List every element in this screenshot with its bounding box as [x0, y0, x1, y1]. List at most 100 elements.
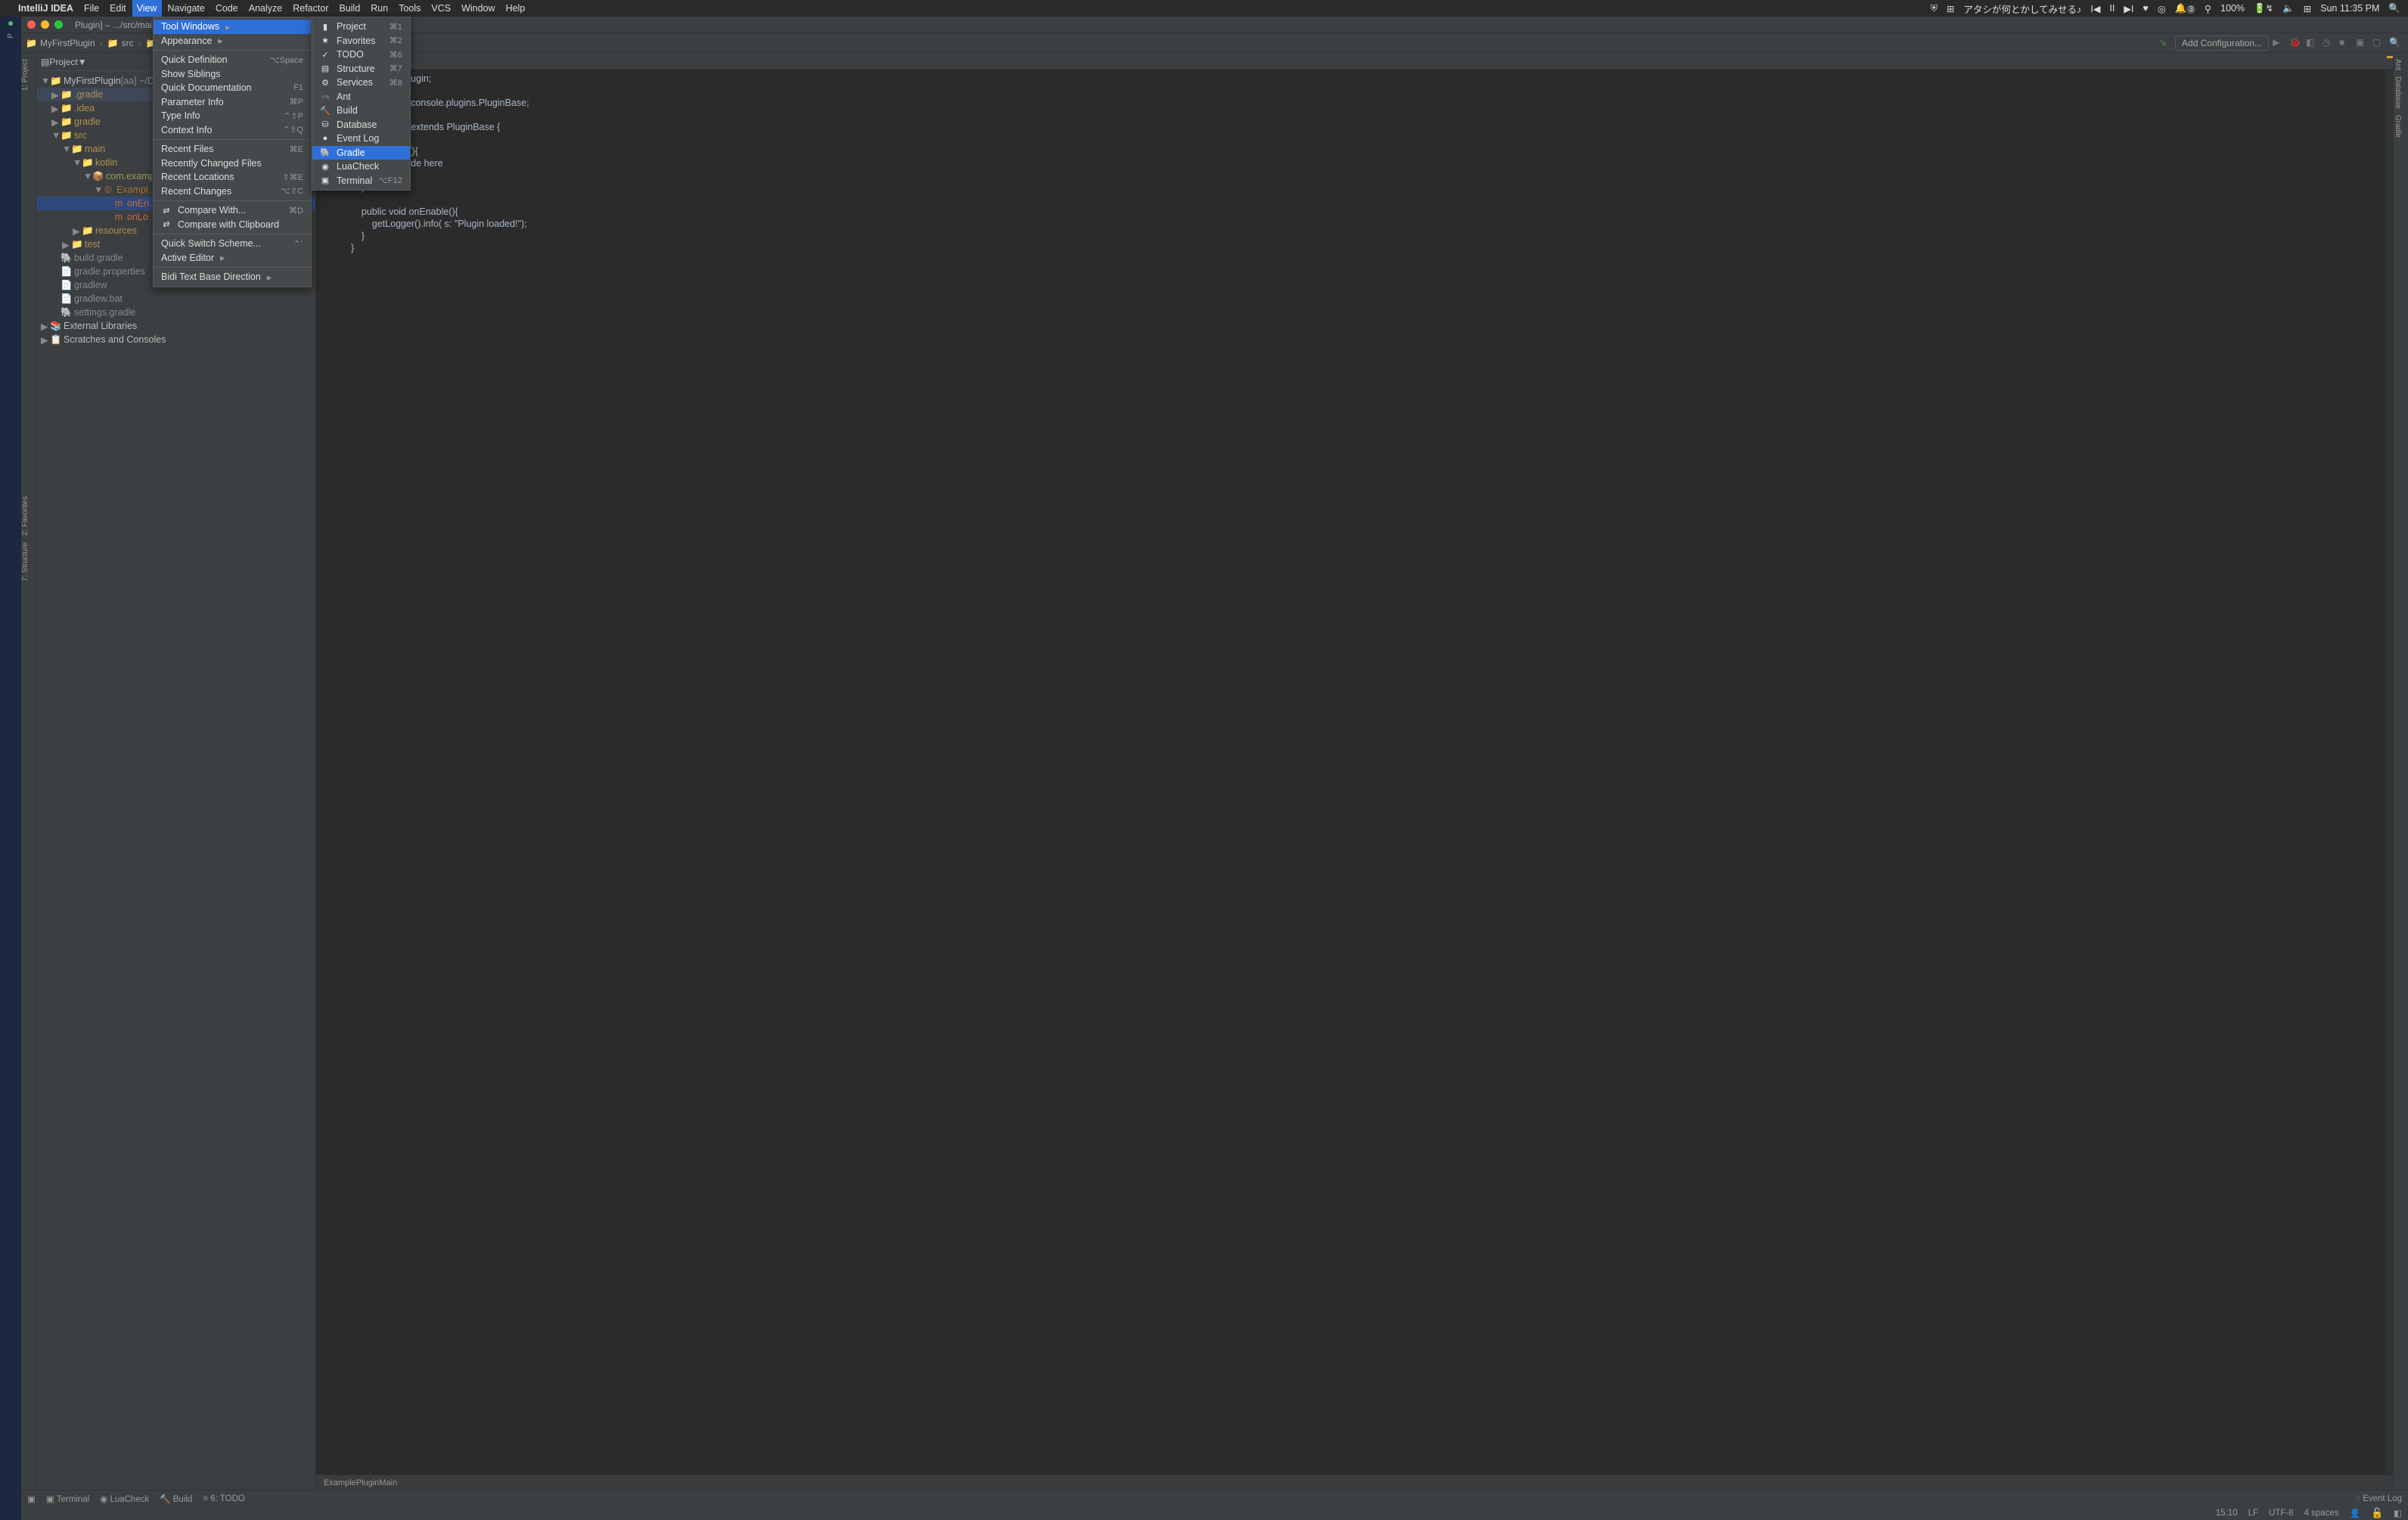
view-menu-popup[interactable]: Tool WindowsAppearance Quick Definition⌥S… [153, 17, 312, 287]
menu-analyze[interactable]: Analyze [249, 3, 282, 14]
toolwindow-item[interactable]: ⛁Database [312, 118, 410, 132]
tree-node[interactable]: ▶📋Scratches and Consoles [36, 333, 315, 346]
menu-window[interactable]: Window [461, 3, 495, 14]
menu-item[interactable]: Quick Switch Scheme...⌃` [154, 237, 311, 251]
readonly-icon[interactable]: 👤 [2350, 1508, 2360, 1518]
menu-item[interactable]: Active Editor [154, 251, 311, 265]
coverage-icon[interactable]: ◧ [2306, 37, 2318, 49]
menu-view[interactable]: View [132, 0, 162, 17]
window-icon[interactable]: ▣ [27, 1494, 36, 1504]
toolwindow-item[interactable]: ⚙Services⌘8 [312, 76, 410, 90]
menu-tools[interactable]: Tools [399, 3, 420, 14]
menu-refactor[interactable]: Refactor [293, 3, 328, 14]
tree-node[interactable]: 🐘settings.gradle [36, 306, 315, 319]
menu-item[interactable]: Tool Windows [154, 20, 311, 34]
volume-icon[interactable]: 🔈 [2282, 3, 2295, 14]
grid-icon[interactable]: ⊞ [1947, 3, 1954, 14]
toolwindow-item[interactable]: ✓TODO⌘6 [312, 48, 410, 62]
stripe-structure[interactable]: 7: Structure [21, 542, 29, 582]
caret-pos[interactable]: 15:10 [2216, 1509, 2238, 1518]
run-icon[interactable]: ▶ [2273, 37, 2285, 49]
toolwindow-item[interactable]: 🔨Build [312, 104, 410, 118]
editor-tabs[interactable]: ©…Main [316, 53, 2393, 70]
menu-item[interactable]: Recently Changed Files [154, 157, 311, 171]
wifi-icon[interactable]: ⚲ [2205, 3, 2211, 14]
lock-icon[interactable]: 🔓 [2371, 1507, 2383, 1519]
menu-code[interactable]: Code [216, 3, 238, 14]
indent[interactable]: 4 spaces [2304, 1509, 2339, 1518]
layout2-icon[interactable]: ▢ [2372, 37, 2385, 49]
search-icon[interactable]: 🔍 [2389, 37, 2401, 49]
heart-icon[interactable]: ♥ [2143, 3, 2148, 14]
menu-navigate[interactable]: Navigate [168, 3, 205, 14]
menu-vcs[interactable]: VCS [431, 3, 451, 14]
toolwindow-item[interactable]: 🐘Gradle [312, 146, 410, 160]
warning-marker-icon[interactable] [2387, 56, 2393, 58]
stop-icon[interactable]: ■ [2339, 37, 2351, 49]
app-name[interactable]: IntelliJ IDEA [18, 3, 73, 14]
stripe-favorites[interactable]: 2: Favorites [21, 496, 29, 535]
hector-icon[interactable]: ◧ [2394, 1508, 2402, 1518]
menu-item[interactable]: Recent Changes⌥⇧C [154, 185, 311, 199]
toolwindow-item[interactable]: ★Favorites⌘2 [312, 34, 410, 48]
spotlight-icon[interactable]: 🔍 [2388, 3, 2400, 14]
menu-item[interactable]: Recent Locations⇧⌘E [154, 170, 311, 185]
toolwindow-item[interactable]: ▤Structure⌘7 [312, 62, 410, 76]
menu-item[interactable]: ⇄Compare With...⌘D [154, 203, 311, 218]
menu-help[interactable]: Help [506, 3, 526, 14]
tree-node[interactable]: ▶📚External Libraries [36, 319, 315, 333]
terminal-tab[interactable]: ▣ Terminal [46, 1494, 89, 1504]
menu-build[interactable]: Build [339, 3, 360, 14]
menu-item[interactable]: Appearance [154, 34, 311, 48]
stripe-project[interactable]: 1: Project [21, 59, 29, 91]
close-icon[interactable] [27, 20, 36, 29]
code-editor[interactable]: plugin; ai.console.plugins.PluginBase; a… [346, 70, 2385, 1475]
eventlog-link[interactable]: ◌ Event Log [2355, 1494, 2402, 1503]
profile-icon[interactable]: ◷ [2323, 37, 2335, 49]
menu-item[interactable]: Show Siblings [154, 67, 311, 82]
toolwindow-item[interactable]: ◉LuaCheck [312, 160, 410, 174]
toolwindow-item[interactable]: 🐜Ant [312, 90, 410, 104]
editor-scrollbar[interactable] [2385, 70, 2393, 1475]
bell-icon[interactable]: 🔔3 [2175, 3, 2195, 14]
encoding[interactable]: UTF-8 [2269, 1509, 2294, 1518]
menu-run[interactable]: Run [371, 3, 388, 14]
menu-file[interactable]: File [84, 3, 99, 14]
menu-item[interactable]: Quick DocumentationF1 [154, 81, 311, 95]
next-icon[interactable]: ▶I [2124, 3, 2133, 14]
menu-item[interactable]: Context Info⌃⇧Q [154, 123, 311, 138]
line-sep[interactable]: LF [2248, 1509, 2258, 1518]
todo-tab[interactable]: ≡ 6: TODO [203, 1494, 245, 1503]
menu-item[interactable]: Parameter Info⌘P [154, 95, 311, 110]
hammer-icon[interactable]: ↘ [2159, 37, 2171, 49]
layout-icon[interactable]: ▣ [2356, 37, 2368, 49]
tool-windows-submenu[interactable]: ▮Project⌘1★Favorites⌘2✓TODO⌘6▤Structure⌘… [312, 17, 411, 191]
circle-icon[interactable]: ◎ [2158, 3, 2166, 14]
menu-item[interactable]: Recent Files⌘E [154, 142, 311, 157]
pause-icon[interactable]: II [2109, 3, 2115, 14]
menu-item[interactable]: ⇄Compare with Clipboard [154, 218, 311, 232]
stripe-database[interactable]: Database [2394, 76, 2402, 109]
prev-icon[interactable]: I◀ [2090, 3, 2100, 14]
tree-node[interactable]: 📄gradlew.bat [36, 292, 315, 306]
zoom-icon[interactable] [54, 20, 63, 29]
editor-gutter[interactable] [316, 70, 346, 1475]
shield-icon[interactable]: ⛨ [1930, 3, 1937, 14]
debug-icon[interactable]: 🐞 [2289, 37, 2301, 49]
build-tab[interactable]: 🔨 Build [160, 1494, 192, 1504]
toolwindow-item[interactable]: ▣Terminal⌥F12 [312, 174, 410, 188]
battery-icon[interactable]: 🔋↯ [2254, 2, 2273, 14]
ime-icon[interactable]: ⊞ [2304, 3, 2311, 14]
menu-edit[interactable]: Edit [110, 3, 126, 14]
luacheck-tab[interactable]: ◉ LuaCheck [100, 1494, 149, 1504]
menu-item[interactable]: Type Info⌃⇧P [154, 109, 311, 123]
menu-item[interactable]: Quick Definition⌥Space [154, 53, 311, 67]
toolwindow-item[interactable]: ●Event Log [312, 132, 410, 146]
minimize-icon[interactable] [41, 20, 49, 29]
menu-item[interactable]: Bidi Text Base Direction [154, 270, 311, 284]
stripe-ant[interactable]: Ant [2394, 59, 2402, 70]
toolwindow-item[interactable]: ▮Project⌘1 [312, 20, 410, 34]
run-config-dropdown[interactable]: Add Configuration... [2175, 36, 2269, 51]
stripe-gradle[interactable]: Gradle [2394, 115, 2402, 138]
editor-breadcrumb[interactable]: ExamplePluginMain [316, 1475, 2393, 1490]
